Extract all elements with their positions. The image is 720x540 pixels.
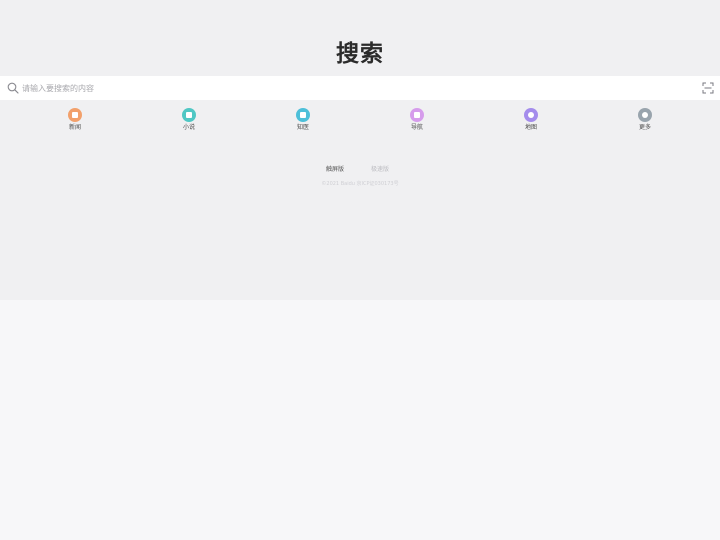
quick-link-label: 导航	[410, 124, 423, 131]
quick-link-label: 小说	[182, 124, 195, 131]
quick-link-map[interactable]: 地图	[501, 106, 561, 132]
quick-link-label: 知医	[296, 124, 309, 131]
quick-link-news[interactable]: 新闻	[45, 106, 105, 132]
search-icon[interactable]	[7, 82, 19, 94]
scan-icon[interactable]	[702, 82, 714, 94]
page-title: 搜索	[336, 41, 384, 67]
news-icon	[68, 108, 82, 122]
quick-link-more[interactable]: 更多	[615, 106, 675, 132]
novel-icon	[182, 108, 196, 122]
lite-version-link[interactable]: 极速版	[371, 166, 389, 174]
touch-version-link[interactable]: 触屏版	[326, 166, 344, 174]
more-icon	[638, 108, 652, 122]
top-area: 搜索 新闻 小说 知医	[0, 0, 720, 300]
navigation-icon	[410, 108, 424, 122]
quick-link-novel[interactable]: 小说	[159, 106, 219, 132]
search-input[interactable]	[22, 79, 682, 97]
medical-icon	[296, 108, 310, 122]
map-icon	[524, 108, 538, 122]
quick-link-label: 地图	[524, 124, 537, 131]
copyright-text: ©2021 Baidu 京ICP证030173号	[321, 181, 399, 187]
quick-link-navigation[interactable]: 导航	[387, 106, 447, 132]
quick-link-label: 更多	[638, 124, 651, 131]
quick-links: 新闻 小说 知医 导航 地图 更多	[0, 106, 720, 136]
quick-link-medical[interactable]: 知医	[273, 106, 333, 132]
quick-link-label: 新闻	[68, 124, 81, 131]
footer-links: 触屏版 极速版	[0, 166, 720, 176]
page: 搜索 新闻 小说 知医	[0, 0, 720, 540]
search-bar[interactable]	[0, 76, 720, 100]
